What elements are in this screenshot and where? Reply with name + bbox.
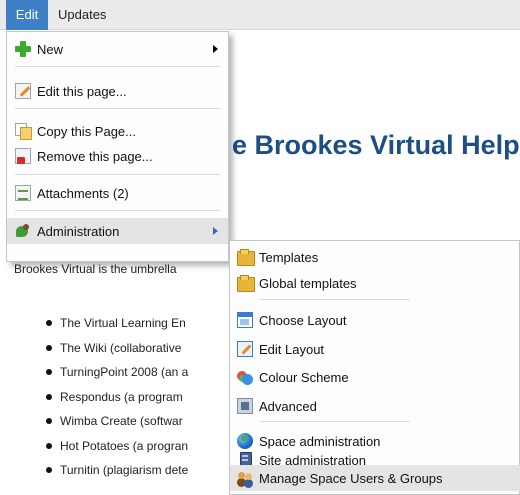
bullet-icon xyxy=(46,467,52,473)
menu-item-label: Copy this Page... xyxy=(37,123,136,139)
menu-separator xyxy=(15,174,220,175)
folder-icon xyxy=(237,249,255,266)
bullet-icon xyxy=(46,418,52,424)
folder-icon xyxy=(237,275,255,292)
menu-item-label: Edit Layout xyxy=(259,341,325,357)
menu-separator xyxy=(260,421,410,422)
menu-item-label: Templates xyxy=(259,249,319,265)
menu-item-label: Attachments (2) xyxy=(37,185,129,201)
menu-item-label: Manage Space Users & Groups xyxy=(259,470,443,486)
list-item: Turnitin (plagiarism dete xyxy=(46,462,188,487)
copy-page-icon xyxy=(15,123,32,140)
palette-icon xyxy=(237,369,253,385)
list-item-text: The Wiki (collaborative xyxy=(60,340,182,355)
list-item: Respondus (a program xyxy=(46,389,188,414)
menu-updates[interactable]: Updates xyxy=(50,0,114,30)
administration-submenu: Templates Global templates Choose Layout… xyxy=(229,240,520,495)
remove-page-icon xyxy=(15,148,31,164)
menu-item-colour-scheme[interactable]: Colour Scheme xyxy=(230,364,520,390)
menu-item-label: Global templates xyxy=(259,275,357,291)
list-item: TurningPoint 2008 (an a xyxy=(46,364,188,389)
menu-edit[interactable]: Edit xyxy=(6,0,48,30)
add-icon xyxy=(15,41,31,57)
menu-item-new[interactable]: New xyxy=(7,36,228,62)
bullet-icon xyxy=(46,320,52,326)
menu-item-templates[interactable]: Templates xyxy=(230,244,520,270)
menu-separator xyxy=(15,66,220,67)
advanced-icon xyxy=(237,398,253,414)
menu-item-copy-page[interactable]: Copy this Page... xyxy=(7,118,228,144)
menu-item-global-templates[interactable]: Global templates xyxy=(230,270,520,296)
layout-icon xyxy=(237,312,253,328)
menu-item-advanced[interactable]: Advanced xyxy=(230,393,520,419)
menu-item-label: Choose Layout xyxy=(259,312,347,328)
menu-separator xyxy=(260,299,410,300)
bullet-icon xyxy=(46,393,52,400)
menu-bar: Edit Updates xyxy=(0,0,520,30)
menu-separator xyxy=(15,210,220,211)
menu-separator xyxy=(15,108,220,109)
bullet-list: The Virtual Learning En The Wiki (collab… xyxy=(46,315,188,487)
menu-item-label: Remove this page... xyxy=(37,148,153,164)
attachment-icon xyxy=(15,185,31,201)
list-item: The Virtual Learning En xyxy=(46,315,188,340)
edit-page-icon xyxy=(15,83,31,99)
edit-menu-dropdown: New Edit this page... Copy this Page... … xyxy=(6,31,229,262)
users-icon xyxy=(237,470,253,486)
menu-item-label: Administration xyxy=(37,223,120,239)
menu-item-label: New xyxy=(37,41,64,57)
submenu-arrow-icon xyxy=(213,227,218,235)
edit-layout-icon xyxy=(237,341,253,357)
menu-item-label: Edit this page... xyxy=(37,83,127,99)
list-item: Hot Potatoes (a progran xyxy=(46,438,188,463)
list-item-text: Respondus (a program xyxy=(60,389,183,404)
list-item: Wimba Create (softwar xyxy=(46,413,188,438)
menu-item-choose-layout[interactable]: Choose Layout xyxy=(230,307,520,333)
intro-text: Brookes Virtual is the umbrella xyxy=(14,262,177,276)
list-item-text: Hot Potatoes (a progran xyxy=(60,438,189,453)
menu-item-attachments[interactable]: Attachments (2) xyxy=(7,180,228,206)
list-item-text: The Virtual Learning En xyxy=(60,316,186,330)
menu-item-remove-page[interactable]: Remove this page... xyxy=(7,143,228,169)
bullet-icon xyxy=(46,442,52,449)
menu-item-manage-space-users[interactable]: Manage Space Users & Groups xyxy=(230,465,520,491)
menu-item-label: Colour Scheme xyxy=(259,369,349,385)
bullet-icon xyxy=(46,344,52,351)
bullet-icon xyxy=(46,369,52,375)
list-item-text: Turnitin (plagiarism dete xyxy=(60,463,189,477)
menu-item-administration[interactable]: Administration xyxy=(7,218,228,244)
submenu-arrow-icon xyxy=(213,45,218,53)
wrench-icon xyxy=(15,223,31,239)
page-title: e Brookes Virtual Help xyxy=(232,130,520,160)
list-item: The Wiki (collaborative xyxy=(46,340,188,365)
menu-item-edit-page[interactable]: Edit this page... xyxy=(7,78,228,104)
list-item-text: TurningPoint 2008 (an a xyxy=(60,365,189,379)
list-item-text: Wimba Create (softwar xyxy=(60,414,183,428)
menu-item-edit-layout[interactable]: Edit Layout xyxy=(230,336,520,362)
menu-item-label: Advanced xyxy=(259,398,317,414)
